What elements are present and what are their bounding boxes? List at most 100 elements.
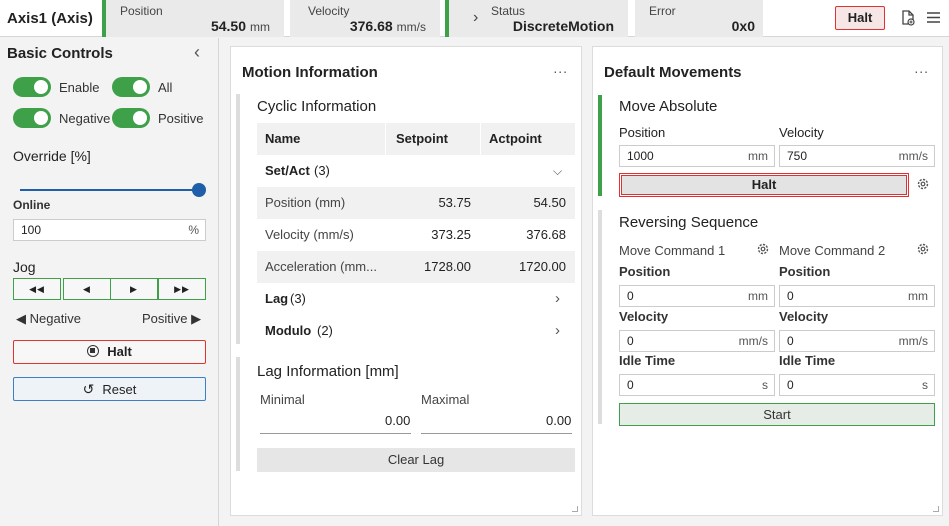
online-label: Online: [13, 198, 51, 212]
position-label: Position: [120, 4, 163, 18]
cmd1-idle-label: Idle Time: [619, 353, 676, 368]
abs-position-value: 1000: [627, 149, 654, 163]
absolute-halt-button[interactable]: Halt: [619, 173, 909, 197]
cmd2-velocity-label: Velocity: [779, 309, 829, 324]
status-label: Status: [491, 4, 526, 18]
velocity-unit: mm/s: [396, 20, 426, 34]
col-setpoint: Setpoint: [396, 131, 448, 146]
minimal-value: 0.00: [385, 413, 411, 428]
cmd2-velocity-value: 0: [787, 334, 794, 348]
status-tile[interactable]: › Status DiscreteMotion: [445, 0, 628, 37]
jog-positive-button[interactable]: ▶: [110, 278, 158, 300]
lag-count: (3): [290, 291, 306, 306]
modulo-group-row[interactable]: Modulo (2) ›: [257, 315, 575, 347]
abs-velocity-input[interactable]: 750 mm/s: [779, 145, 935, 167]
cmd1-velocity-value: 0: [627, 334, 634, 348]
negative-toggle[interactable]: [13, 108, 51, 128]
cmd2-position-unit: mm: [908, 289, 928, 303]
abs-velocity-label: Velocity: [779, 125, 824, 140]
table-header: Name Setpoint Actpoint: [257, 123, 575, 155]
cmd2-velocity-input[interactable]: 0 mm/s: [779, 330, 935, 352]
chevron-down-icon: ⌵: [553, 164, 563, 178]
jog-fast-positive-button[interactable]: ▶▶: [158, 278, 206, 300]
add-document-icon[interactable]: [901, 10, 915, 26]
jog-title: Jog: [13, 259, 36, 275]
gear-icon[interactable]: [916, 177, 930, 191]
maximal-underline: [421, 433, 572, 434]
row-name: Velocity (mm/s): [265, 227, 354, 242]
online-value: 100: [21, 223, 42, 237]
enable-toggle[interactable]: [13, 77, 51, 97]
reset-button[interactable]: ↺ Reset: [13, 377, 206, 401]
cmd1-position-input[interactable]: 0 mm: [619, 285, 775, 307]
menu-icon[interactable]: [927, 11, 940, 24]
axis-title: Axis1 (Axis): [7, 10, 93, 27]
start-button[interactable]: Start: [619, 403, 935, 426]
cmd1-velocity-input[interactable]: 0 mm/s: [619, 330, 775, 352]
cmd2-idle-unit: s: [922, 378, 928, 392]
row-setpoint: 1728.00: [424, 259, 471, 274]
cmd2-idle-label: Idle Time: [779, 353, 836, 368]
table-row: Acceleration (mm... 1728.00 1720.00: [257, 251, 575, 283]
reversing-section-bar: [598, 210, 602, 424]
gear-icon[interactable]: [916, 242, 930, 256]
lag-group-row[interactable]: Lag (3) ›: [257, 283, 575, 315]
cmd2-idle-input[interactable]: 0 s: [779, 374, 935, 396]
cmd2-position-input[interactable]: 0 mm: [779, 285, 935, 307]
resize-handle-icon[interactable]: [572, 506, 578, 512]
jog-negative-button[interactable]: ◀: [63, 278, 111, 300]
gear-icon[interactable]: [756, 242, 770, 256]
sidebar-halt-button[interactable]: Halt: [13, 340, 206, 364]
modulo-count: (2): [317, 323, 333, 338]
cmd1-velocity-label: Velocity: [619, 309, 669, 324]
sidebar-title: Basic Controls: [7, 45, 113, 62]
cmd1-idle-input[interactable]: 0 s: [619, 374, 775, 396]
positive-label: Positive: [158, 111, 204, 126]
movements-panel-menu-icon[interactable]: ...: [914, 60, 929, 76]
velocity-label: Velocity: [308, 4, 350, 18]
override-slider-track[interactable]: [20, 189, 200, 191]
abs-velocity-unit: mm/s: [898, 149, 928, 163]
setact-count: (3): [314, 163, 330, 178]
position-readout: 54.50 mm: [211, 18, 270, 34]
cyclic-title: Cyclic Information: [257, 98, 377, 115]
column-divider: [480, 123, 481, 155]
override-slider-handle[interactable]: [192, 183, 206, 197]
minimal-label: Minimal: [260, 392, 305, 407]
cmd1-position-unit: mm: [748, 289, 768, 303]
motion-panel-title: Motion Information: [242, 64, 378, 81]
all-toggle[interactable]: [112, 77, 150, 97]
cmd2-position-label: Position: [779, 264, 831, 279]
positive-toggle[interactable]: [112, 108, 150, 128]
abs-position-input[interactable]: 1000 mm: [619, 145, 775, 167]
jog-fast-negative-button[interactable]: ◀◀: [13, 278, 61, 300]
sidebar-halt-label: Halt: [107, 344, 132, 359]
maximal-value: 0.00: [546, 413, 572, 428]
online-unit: %: [188, 223, 199, 237]
row-setpoint: 53.75: [438, 195, 471, 210]
error-tile: Error 0x0: [635, 0, 763, 37]
collapse-icon[interactable]: ‹: [194, 42, 200, 63]
table-row: Velocity (mm/s) 373.25 376.68: [257, 219, 575, 251]
chevron-right-icon: ›: [555, 290, 560, 307]
cmd1-position-label: Position: [619, 264, 671, 279]
position-tile: Position 54.50 mm: [102, 0, 284, 37]
col-name: Name: [265, 131, 301, 146]
jog-positive-label: Positive ▶: [142, 311, 202, 326]
setact-group-row[interactable]: Set/Act (3) ⌵: [257, 155, 575, 187]
resize-handle-icon[interactable]: [933, 506, 939, 512]
header-halt-button[interactable]: Halt: [835, 6, 885, 30]
setact-label: Set/Act: [265, 163, 310, 178]
position-value: 54.50: [210, 18, 246, 34]
row-actpoint: 1720.00: [519, 259, 566, 274]
chevron-right-icon: ›: [473, 9, 479, 26]
row-setpoint: 373.25: [431, 227, 471, 242]
online-input[interactable]: 100 %: [13, 219, 206, 241]
negative-label: Negative: [59, 111, 111, 126]
row-actpoint: 54.50: [533, 195, 566, 210]
basic-controls-sidebar: Basic Controls ‹ Enable All Negative Pos…: [0, 38, 219, 526]
jog-negative-label: ◀ Negative: [16, 311, 81, 326]
cyclic-section-bar: [236, 94, 240, 344]
clear-lag-button[interactable]: Clear Lag: [257, 448, 575, 472]
motion-panel-menu-icon[interactable]: ...: [553, 60, 568, 76]
